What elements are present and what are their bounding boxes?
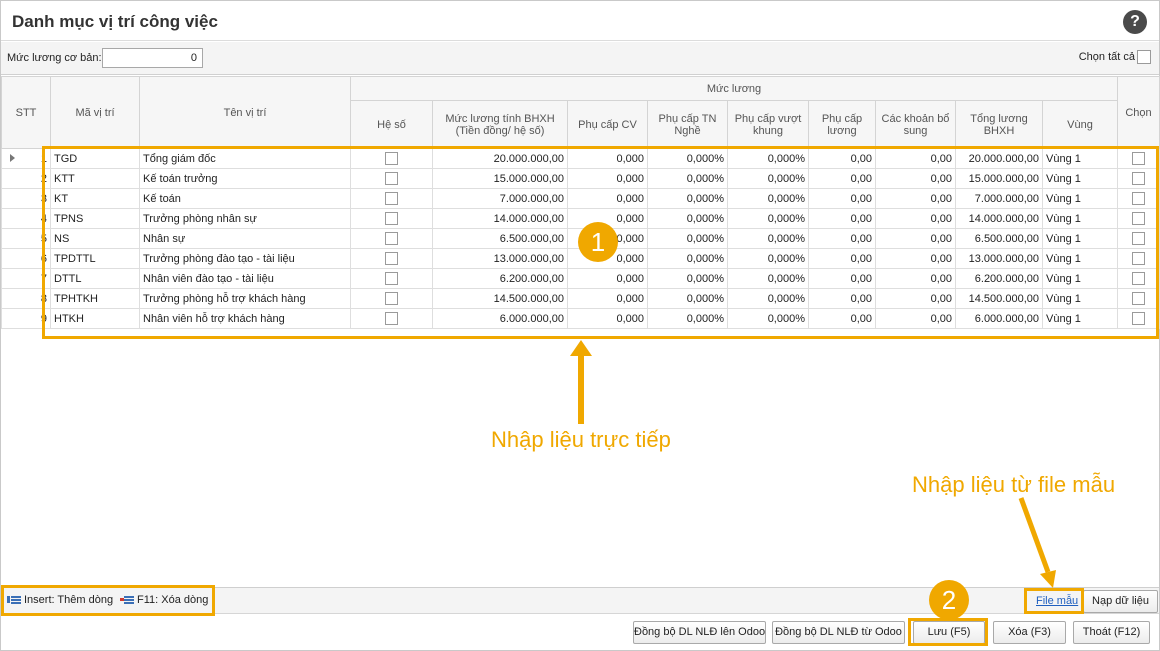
step-2-badge: 2 [929,580,969,620]
col-header-code[interactable]: Mã vị trí [50,76,140,149]
col-header-vung[interactable]: Vùng [1042,100,1118,149]
step-1-badge: 1 [578,222,618,262]
col-header-salary-group: Mức lương [350,76,1118,101]
col-header-coef[interactable]: Hệ số [350,100,433,149]
col-header-pc-vk[interactable]: Phụ cấp vượt khung [727,100,809,149]
file-entry-callout: Nhập liệu từ file mẫu [912,472,1116,497]
base-salary-label: Mức lương cơ bản: [7,52,102,64]
col-header-chon[interactable]: Chọn [1117,76,1160,149]
page-title: Danh mục vị trí công việc [12,12,218,31]
file-template-highlight [1024,588,1084,614]
col-header-pc-luong[interactable]: Phụ cấp lương [808,100,876,149]
shortcut-highlight [1,585,215,616]
sync-to-odoo-button[interactable]: Đồng bộ DL NLĐ lên Odoo [633,621,766,644]
sync-from-odoo-button[interactable]: Đồng bộ DL NLĐ từ Odoo [772,621,905,644]
exit-button[interactable]: Thoát (F12) [1073,621,1150,644]
filter-row: Mức lương cơ bản: 0 Chọn tất cả [1,42,1159,75]
col-header-pc-cv[interactable]: Phụ cấp CV [567,100,648,149]
save-highlight [908,618,988,646]
delete-button[interactable]: Xóa (F3) [993,621,1066,644]
direct-entry-callout: Nhập liệu trực tiếp [491,427,671,452]
title-bar: Danh mục vị trí công việc ? [1,1,1159,41]
col-header-tong[interactable]: Tổng lương BHXH [955,100,1043,149]
col-header-pc-tn[interactable]: Phụ cấp TN Nghề [647,100,728,149]
base-salary-input[interactable]: 0 [102,48,203,68]
col-header-name[interactable]: Tên vị trí [139,76,351,149]
col-header-bosung[interactable]: Các khoản bổ sung [875,100,956,149]
select-all-checkbox[interactable] [1137,50,1151,64]
load-data-button[interactable]: Nạp dữ liệu [1083,590,1158,613]
select-all-label: Chọn tất cả [1078,51,1135,63]
current-row-indicator-icon [10,154,15,162]
col-header-bhxh[interactable]: Mức lương tính BHXH (Tiền đồng/ hệ số) [432,100,568,149]
help-icon[interactable]: ? [1123,10,1147,34]
col-header-stt[interactable]: STT [1,76,51,149]
